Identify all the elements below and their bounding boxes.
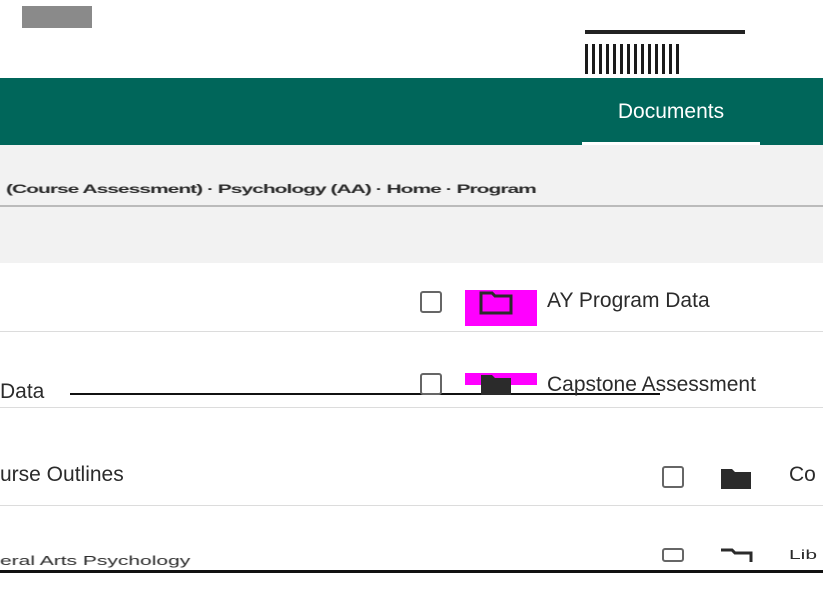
folder-name[interactable]: Capstone Assessment [547,373,756,397]
row-left-text: Data [0,380,45,403]
checkbox-icon[interactable] [420,373,442,395]
top-strip-bars [585,44,681,74]
breadcrumb-band: (Course Assessment) · Psychology (AA) · … [0,145,823,263]
folder-icon [721,469,751,489]
list-item[interactable]: AY Program Data [0,273,823,332]
folder-icon [721,548,753,562]
folder-icon [479,291,513,315]
breadcrumb-divider [0,205,823,207]
app-logo [22,6,92,28]
row-left-text: urse Outlines [0,463,124,486]
list-item[interactable]: urse Outlines Co [0,447,823,506]
checkbox-icon[interactable] [662,548,684,562]
list-item[interactable]: eral Arts Psychology Lib [0,534,823,592]
checkbox-icon[interactable] [420,291,442,313]
folder-name[interactable]: Lib [789,548,817,562]
folder-name[interactable]: Co [789,463,816,487]
glitch-rule [0,570,823,573]
tab-documents[interactable]: Documents [582,78,760,145]
breadcrumb[interactable]: (Course Assessment) · Psychology (AA) · … [6,183,537,196]
checkbox-icon[interactable] [662,466,684,488]
list-item[interactable]: Data Capstone Assessment [0,349,823,408]
row-left-text: eral Arts Psychology [0,554,191,568]
top-strip-rule [585,30,745,34]
top-strip [0,0,823,78]
folder-icon [481,375,511,395]
folder-name[interactable]: AY Program Data [547,289,710,313]
